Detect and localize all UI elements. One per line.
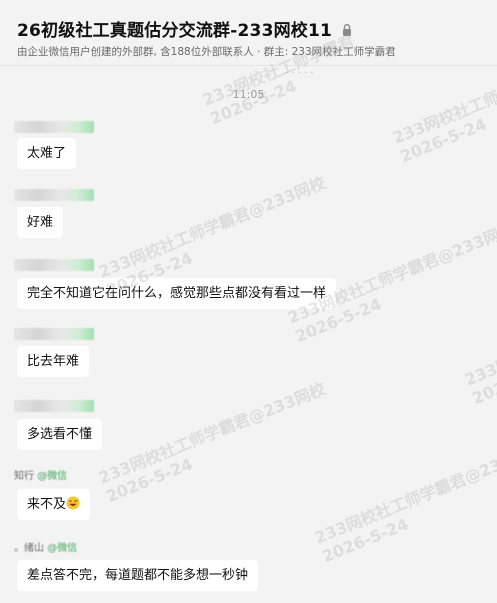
- message-text: 来不及: [27, 497, 67, 512]
- sender-name[interactable]: 知行 @微信: [14, 467, 67, 482]
- message-bubble[interactable]: 完全不知道它在问什么，感觉那些点都没有看过一样: [17, 278, 337, 309]
- sender-name-blurred[interactable]: [14, 328, 94, 340]
- message-bubble[interactable]: 来不及: [17, 489, 91, 520]
- message-list[interactable]: · · · · · 11:05 太难了 好难 完全不知道它在问什么，感觉那些点都…: [0, 66, 497, 603]
- sender-name-text: 。绪山: [14, 543, 44, 554]
- sender-name-blurred[interactable]: [14, 121, 94, 133]
- message-bubble[interactable]: 比去年难: [17, 346, 90, 377]
- lock-icon: [341, 22, 353, 36]
- message-bubble[interactable]: 好难: [17, 207, 64, 238]
- message-bubble[interactable]: 差点答不完，每道题都不能多想一秒钟: [17, 560, 259, 591]
- group-title[interactable]: 26初级社工真题估分交流群-233网校11: [17, 16, 332, 41]
- sender-name-blurred[interactable]: [14, 400, 94, 412]
- chat-window: 26初级社工真题估分交流群-233网校11 由企业微信用户创建的外部群, 含18…: [0, 0, 497, 603]
- timestamp: 11:05: [232, 88, 265, 101]
- sender-name-blurred[interactable]: [14, 189, 94, 201]
- message-bubble[interactable]: 多选看不懂: [17, 419, 103, 450]
- sender-name[interactable]: 。绪山 @微信: [14, 539, 77, 554]
- sender-name-text: 知行: [14, 471, 34, 482]
- title-row: 26初级社工真题估分交流群-233网校11: [17, 16, 353, 41]
- message-bubble[interactable]: 太难了: [17, 138, 77, 169]
- sender-wechat-tag: @微信: [47, 543, 78, 554]
- grinning-sweat-emoji-icon: [66, 496, 80, 510]
- group-subtitle: 由企业微信用户创建的外部群, 含188位外部联系人 · 群主: 233网校社工师…: [17, 46, 396, 58]
- chat-header: 26初级社工真题估分交流群-233网校11 由企业微信用户创建的外部群, 含18…: [0, 0, 497, 66]
- cutoff-message-text: · · · · ·: [285, 68, 314, 79]
- sender-wechat-tag: @微信: [37, 471, 68, 482]
- sender-name-blurred[interactable]: [14, 259, 94, 271]
